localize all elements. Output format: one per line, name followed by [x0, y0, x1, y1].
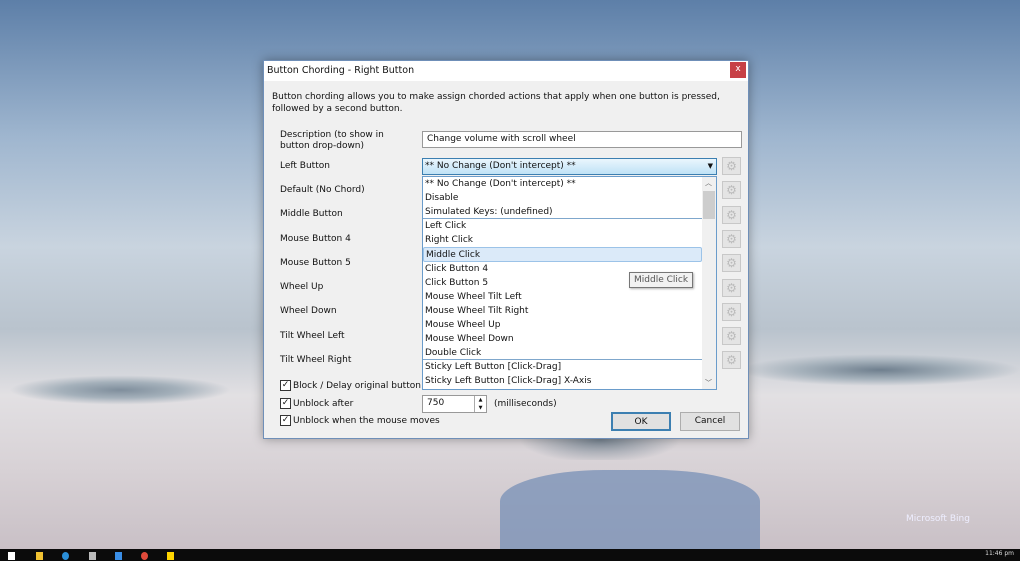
description-label: Description (to show in button drop-down… — [280, 130, 384, 151]
row-label: Middle Button — [280, 209, 343, 219]
row-label: Mouse Button 4 — [280, 234, 351, 244]
row-label: Tilt Wheel Right — [280, 355, 352, 365]
row-label: Wheel Up — [280, 282, 324, 292]
list-item[interactable]: Disable — [423, 191, 702, 205]
unblock-move-checkbox[interactable]: ✓ Unblock when the mouse moves — [280, 415, 440, 426]
description-input[interactable]: Change volume with scroll wheel — [422, 131, 742, 148]
row-label: Left Button — [280, 161, 330, 171]
list-item[interactable]: ** No Change (Don't intercept) ** — [423, 177, 702, 191]
unit-label: (milliseconds) — [494, 399, 557, 409]
edge-icon[interactable] — [62, 552, 69, 560]
checkbox-checked-icon[interactable]: ✓ — [280, 380, 291, 391]
list-item[interactable]: Mouse Wheel Up — [423, 318, 702, 332]
scrollbar[interactable]: ︿ ﹀ — [702, 177, 716, 389]
tooltip: Middle Click — [629, 272, 694, 288]
app-icon[interactable] — [89, 552, 96, 560]
stepper-value[interactable]: 750 — [427, 398, 444, 408]
gear-icon[interactable]: ⚙ — [722, 206, 741, 224]
list-item[interactable]: Mouse Wheel Down — [423, 332, 702, 346]
tree-shadow — [500, 470, 760, 549]
dropdown-value: ** No Change (Don't intercept) ** — [425, 161, 576, 171]
gear-icon[interactable]: ⚙ — [722, 351, 741, 369]
gear-icon[interactable]: ⚙ — [722, 181, 741, 199]
gear-icon[interactable]: ⚙ — [722, 327, 741, 345]
list-item[interactable]: Left Click — [423, 219, 702, 233]
row-label: Mouse Button 5 — [280, 258, 351, 268]
clock[interactable]: 11:46 pm — [985, 550, 1014, 557]
chevron-down-icon[interactable]: ▼ — [708, 162, 713, 170]
close-button[interactable]: x — [730, 62, 746, 78]
button-chording-dialog: Button Chording - Right Button x Button … — [263, 60, 749, 439]
unblock-after-checkbox[interactable]: ✓ Unblock after — [280, 398, 353, 409]
gear-icon[interactable]: ⚙ — [722, 230, 741, 248]
scroll-thumb[interactable] — [703, 191, 715, 219]
gear-icon[interactable]: ⚙ — [722, 279, 741, 297]
gear-icon[interactable]: ⚙ — [722, 303, 741, 321]
folder-icon[interactable] — [36, 552, 43, 560]
row-label: Wheel Down — [280, 306, 337, 316]
gear-icon[interactable]: ⚙ — [722, 254, 741, 272]
dialog-title: Button Chording - Right Button — [264, 61, 748, 81]
list-item[interactable]: Sticky Left Button [Click-Drag] X-Axis — [423, 374, 702, 388]
list-item[interactable]: Double Click — [423, 346, 702, 361]
gear-icon[interactable]: ⚙ — [722, 157, 741, 175]
checkbox-checked-icon[interactable]: ✓ — [280, 415, 291, 426]
windows-icon[interactable] — [8, 552, 15, 560]
row-label: Default (No Chord) — [280, 185, 365, 195]
taskbar — [0, 549, 1020, 561]
list-item[interactable]: Right Click — [423, 233, 702, 247]
list-item[interactable]: Simulated Keys: (undefined) — [423, 205, 702, 220]
bing-watermark: Microsoft Bing — [906, 514, 970, 524]
ok-button[interactable]: OK — [611, 412, 671, 431]
list-item[interactable]: Sticky Left Button [Click-Drag] — [423, 360, 702, 374]
cancel-button[interactable]: Cancel — [680, 412, 740, 431]
unblock-ms-stepper[interactable]: 750 ▲ ▼ — [422, 395, 487, 413]
scroll-up-icon[interactable]: ︿ — [705, 178, 712, 188]
sticky-notes-icon[interactable] — [167, 552, 174, 560]
intro-text: Button chording allows you to make assig… — [272, 92, 720, 114]
unblock-move-label: Unblock when the mouse moves — [293, 415, 440, 426]
active-app-icon[interactable] — [115, 552, 122, 560]
row-label: Tilt Wheel Left — [280, 331, 345, 341]
list-item-highlighted[interactable]: Middle Click — [423, 247, 702, 262]
list-item[interactable]: Mouse Wheel Tilt Right — [423, 304, 702, 318]
list-item[interactable]: Mouse Wheel Tilt Left — [423, 290, 702, 304]
unblock-after-label: Unblock after — [293, 398, 354, 409]
left-button-dropdown[interactable]: ** No Change (Don't intercept) ** ▼ — [422, 158, 717, 175]
chrome-icon[interactable] — [141, 552, 148, 560]
checkbox-checked-icon[interactable]: ✓ — [280, 398, 291, 409]
scroll-down-icon[interactable]: ﹀ — [705, 378, 712, 388]
stepper-buttons[interactable]: ▲ ▼ — [474, 396, 486, 412]
